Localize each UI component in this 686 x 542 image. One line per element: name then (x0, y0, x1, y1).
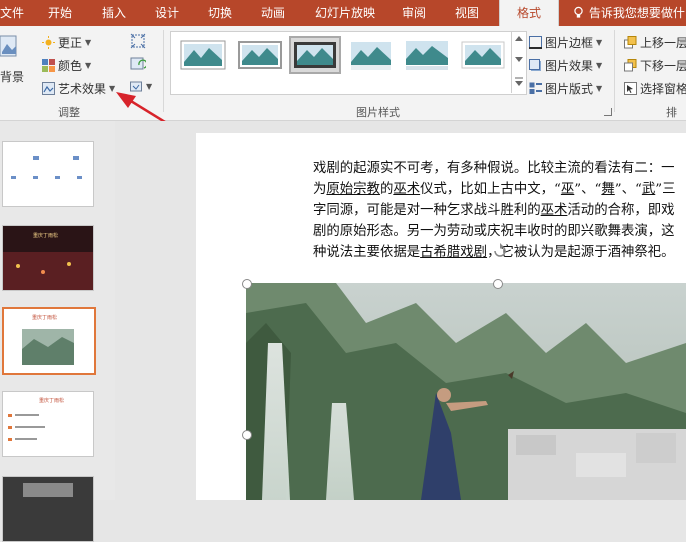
artistic-effects-button[interactable]: 艺术效果 ▼ (42, 80, 115, 97)
text-run: 的 (379, 182, 394, 197)
chevron-down-icon: ▼ (596, 61, 603, 70)
gallery-scrollbar[interactable] (511, 31, 526, 93)
rotate-handle-icon[interactable] (491, 242, 509, 260)
picture-style-5[interactable] (403, 38, 451, 72)
text-run: ，它被认为是起源于酒神祭祀。 (487, 245, 675, 260)
send-backward-button[interactable]: 下移一层 (624, 57, 686, 74)
tab-animations[interactable]: 动画 (261, 0, 285, 26)
corrections-label: 更正 (58, 36, 83, 50)
color-button[interactable]: 颜色 ▼ (42, 57, 91, 74)
resize-handle-left[interactable] (242, 430, 252, 440)
dialog-launcher-icon[interactable] (604, 108, 612, 116)
thumbnail-title: 重庆丁雨松 (32, 315, 58, 321)
sun-icon (42, 36, 55, 49)
compress-pictures-icon[interactable] (130, 33, 146, 49)
remove-background-button[interactable]: 背景 (0, 34, 24, 84)
picture-layout-icon (529, 82, 542, 94)
slide-thumbnail-4[interactable]: 重庆丁雨松 (2, 391, 94, 457)
slide-thumbnail-3[interactable]: 重庆丁雨松 (2, 307, 96, 375)
slide-thumbnail-5[interactable] (2, 476, 94, 542)
text-run: ”、“ (574, 182, 602, 197)
tab-slideshow[interactable]: 幻灯片放映 (315, 0, 375, 26)
bring-forward-label: 上移一层 (640, 36, 686, 50)
tell-me-text: 告诉我您想要做什 (588, 6, 685, 20)
waterfall-warrior-image (246, 283, 686, 500)
hyperlink[interactable]: 巫术 (393, 182, 420, 197)
slide-thumbnail-pane: 重庆丁雨松 重庆丁雨松 重庆丁雨松 (0, 121, 115, 542)
artistic-effects-label: 艺术效果 (58, 82, 107, 96)
tab-insert[interactable]: 插入 (102, 0, 126, 26)
selection-pane-icon (624, 82, 637, 95)
slide-thumbnail-1[interactable] (2, 141, 94, 207)
picture-effects-icon (529, 59, 541, 71)
text-run: ”、“ (614, 182, 642, 197)
lightbulb-icon (574, 6, 583, 18)
hyperlink[interactable]: 舞 (601, 182, 614, 197)
chevron-down-icon: ▼ (85, 38, 92, 47)
hyperlink[interactable]: 巫术 (541, 203, 568, 218)
picture-style-6[interactable] (459, 38, 507, 72)
resize-handle-top[interactable] (493, 279, 503, 289)
ribbon-tab-bar: 文件 开始 插入 设计 切换 动画 幻灯片放映 审阅 视图 格式 告诉我您想要做… (0, 0, 686, 26)
tab-transitions[interactable]: 切换 (208, 0, 232, 26)
chevron-down-icon: ▼ (596, 38, 603, 47)
corrections-button[interactable]: 更正 ▼ (42, 34, 91, 51)
picture-style-3[interactable] (289, 36, 341, 74)
hyperlink[interactable]: 巫 (561, 182, 574, 197)
picture-styles-gallery (170, 31, 527, 95)
picture-effects-button[interactable]: 图片效果 ▼ (529, 57, 602, 74)
picture-layout-button[interactable]: 图片版式 ▼ (529, 80, 602, 97)
selected-picture[interactable] (246, 283, 686, 500)
selection-pane-label: 选择窗格 (640, 82, 686, 96)
scroll-down-icon[interactable] (515, 57, 523, 63)
picture-effects-label: 图片效果 (545, 59, 594, 73)
color-palette-icon (42, 59, 55, 72)
picture-border-button[interactable]: 图片边框 ▼ (529, 34, 602, 51)
chevron-down-icon: ▼ (85, 61, 92, 70)
hyperlink[interactable]: 古希腊戏剧 (420, 245, 487, 260)
group-divider (614, 30, 615, 112)
scroll-up-icon[interactable] (515, 35, 523, 41)
picture-style-1[interactable] (179, 38, 227, 72)
hyperlink[interactable]: 武 (642, 182, 655, 197)
bring-forward-button[interactable]: 上移一层 (624, 34, 686, 51)
hyperlink[interactable]: 原始宗教 (326, 182, 380, 197)
artistic-effects-icon (42, 82, 55, 95)
tell-me-box[interactable]: 告诉我您想要做什 (572, 0, 685, 26)
tab-review[interactable]: 审阅 (402, 0, 426, 26)
send-backward-label: 下移一层 (640, 59, 686, 73)
diagram-thumbnail-icon (11, 156, 82, 179)
picture-style-4[interactable] (347, 38, 395, 72)
chevron-down-icon: ▼ (596, 84, 603, 93)
remove-background-label: 背景 (0, 70, 25, 84)
picture-border-label: 图片边框 (545, 36, 594, 50)
picture-layout-label: 图片版式 (545, 82, 594, 96)
tab-file[interactable]: 文件 (0, 0, 24, 26)
tab-home[interactable]: 开始 (48, 0, 72, 26)
thumbnail-title: 重庆丁雨松 (33, 233, 59, 239)
bring-forward-icon (624, 36, 637, 49)
tab-format[interactable]: 格式 (499, 0, 559, 26)
change-picture-icon[interactable] (130, 56, 146, 72)
picture-styles-group-label: 图片样式 (356, 106, 400, 119)
tab-view[interactable]: 视图 (455, 0, 479, 26)
picture-style-2[interactable] (236, 38, 284, 72)
more-styles-icon[interactable] (514, 77, 524, 87)
resize-handle-top-left[interactable] (242, 279, 252, 289)
color-label: 颜色 (58, 59, 83, 73)
adjust-group-label: 调整 (58, 106, 80, 119)
slide-thumbnail-2[interactable]: 重庆丁雨松 (2, 225, 94, 291)
picture-border-icon (529, 36, 542, 49)
tab-design[interactable]: 设计 (155, 0, 179, 26)
send-backward-icon (624, 59, 637, 72)
selection-pane-button[interactable]: 选择窗格 (624, 80, 686, 97)
text-run: 仪式，比如上古中文，“ (420, 182, 561, 197)
remove-background-icon (0, 35, 17, 57)
thumbnail-title: 重庆丁雨松 (39, 398, 65, 404)
dark-slide-icon (3, 477, 93, 541)
